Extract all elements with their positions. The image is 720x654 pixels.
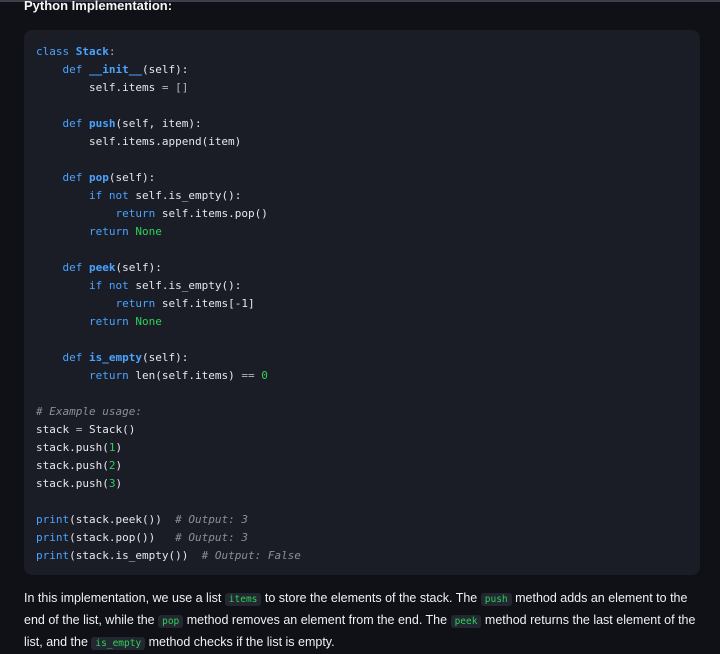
inline-code-push: push <box>480 593 512 606</box>
explanation-paragraph: In this implementation, we use a list it… <box>24 591 696 650</box>
inline-code-items: items <box>224 593 262 606</box>
code-line: return len(self.items) == 0 <box>88 369 268 382</box>
code-line: self.items = [] <box>88 81 189 94</box>
code-line: def pop(self): <box>62 171 156 184</box>
inline-code-pop: pop <box>158 615 184 628</box>
code-lines: class Stack: def __init__(self): self.it… <box>36 43 301 565</box>
code-block[interactable]: class Stack: def __init__(self): self.it… <box>24 30 700 575</box>
code-line: stack.push(2) <box>36 459 123 472</box>
code-line: def push(self, item): <box>62 117 202 130</box>
code-line: return None <box>88 225 162 238</box>
code-line: print(stack.peek()) # Output: 3 <box>36 513 248 526</box>
code-line: stack = Stack() <box>36 423 136 436</box>
code-line: stack.push(3) <box>36 477 123 490</box>
inline-code-is-empty: is_empty <box>91 637 146 650</box>
code-line: return self.items.pop() <box>115 207 268 220</box>
code-line: print(stack.pop()) # Output: 3 <box>36 531 248 544</box>
code-line: return None <box>88 315 162 328</box>
code-line: class Stack: <box>36 45 116 58</box>
section-heading: Python Implementation: <box>24 0 173 13</box>
inline-code-peek: peek <box>450 615 482 628</box>
code-line: # Example usage: <box>36 405 142 418</box>
code-line: if not self.is_empty(): <box>88 279 242 292</box>
code-line: self.items.append(item) <box>88 135 242 148</box>
code-line: if not self.is_empty(): <box>88 189 242 202</box>
code-line: def __init__(self): <box>62 63 189 76</box>
code-line: def peek(self): <box>62 261 162 274</box>
code-line: stack.push(1) <box>36 441 123 454</box>
code-line: return self.items[-1] <box>115 297 255 310</box>
code-line: def is_empty(self): <box>62 351 189 364</box>
code-line: print(stack.is_empty()) # Output: False <box>36 549 301 562</box>
